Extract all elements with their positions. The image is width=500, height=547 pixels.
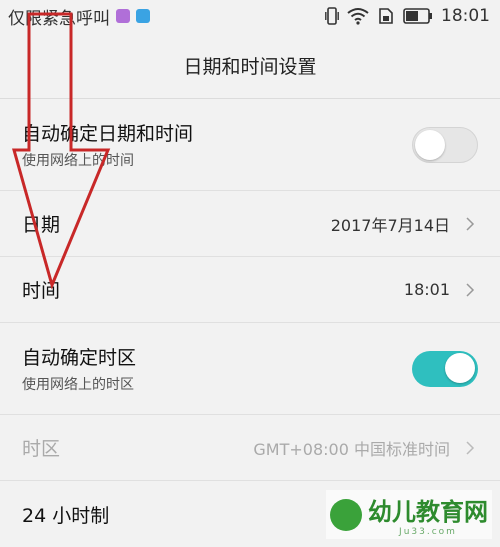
vibrate-icon bbox=[325, 7, 339, 25]
date-label: 日期 bbox=[22, 214, 61, 236]
carrier-text: 仅限紧急呼叫 bbox=[8, 8, 110, 29]
auto-timezone-sub: 使用网络上的时区 bbox=[22, 377, 134, 393]
chevron-right-icon bbox=[466, 440, 475, 455]
toggle-knob bbox=[415, 129, 445, 160]
page-title: 日期和时间设置 bbox=[0, 32, 500, 99]
auto-timezone-row[interactable]: 自动确定时区 使用网络上的时区 bbox=[0, 323, 500, 415]
watermark: 幼儿教育网 Ju33.com bbox=[326, 490, 492, 539]
time-value: 18:01 bbox=[403, 280, 450, 299]
sim-card-icon bbox=[379, 8, 393, 24]
watermark-text: 幼儿教育网 bbox=[368, 498, 488, 526]
timezone-row[interactable]: 时区 GMT+08:00 中国标准时间 bbox=[0, 415, 500, 481]
wifi-icon bbox=[347, 8, 369, 25]
auto-datetime-toggle[interactable] bbox=[412, 126, 478, 163]
chevron-right-icon bbox=[466, 216, 475, 231]
date-row[interactable]: 日期 2017年7月14日 bbox=[0, 191, 500, 257]
timezone-value: GMT+08:00 中国标准时间 bbox=[253, 439, 450, 459]
auto-timezone-toggle[interactable] bbox=[412, 350, 478, 387]
timezone-label: 时区 bbox=[22, 438, 61, 460]
watermark-sub: Ju33.com bbox=[399, 527, 457, 537]
auto-datetime-row[interactable]: 自动确定日期和时间 使用网络上的时间 bbox=[0, 99, 500, 191]
time-row[interactable]: 时间 18:01 bbox=[0, 257, 500, 323]
chevron-right-icon bbox=[466, 282, 475, 297]
auto-datetime-label: 自动确定日期和时间 bbox=[22, 123, 194, 145]
date-value: 2017年7月14日 bbox=[330, 215, 450, 235]
time-label: 时间 bbox=[22, 280, 61, 302]
status-bar: 仅限紧急呼叫 18:01 bbox=[0, 0, 500, 32]
gallery-notification-icon bbox=[116, 9, 130, 23]
watermark-logo-icon bbox=[330, 498, 362, 531]
auto-datetime-sub: 使用网络上的时间 bbox=[22, 153, 134, 169]
hour24-label: 24 小时制 bbox=[22, 504, 110, 527]
toggle-knob bbox=[445, 352, 475, 383]
status-time: 18:01 bbox=[441, 6, 490, 26]
battery-icon bbox=[403, 8, 432, 24]
app-notification-icon bbox=[136, 9, 150, 23]
auto-timezone-label: 自动确定时区 bbox=[22, 347, 137, 369]
